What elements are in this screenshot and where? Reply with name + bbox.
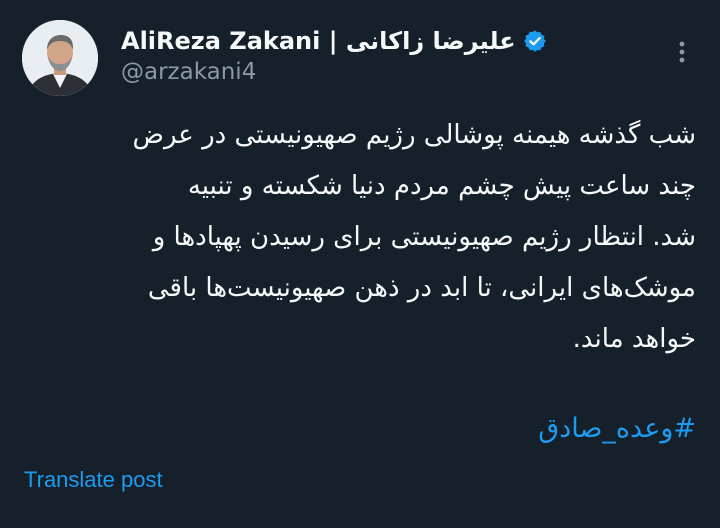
post-text-line: موشک‌های ایرانی، تا ابد در ذهن صهیونیست‌… xyxy=(147,273,696,303)
post-text-line: خواهد ماند. xyxy=(572,324,696,354)
post-text-line: چند ساعت پیش چشم مردم دنیا شکسته و تنبیه xyxy=(187,171,696,201)
author-handle[interactable]: @arzakani4 xyxy=(121,57,256,87)
author-display-name[interactable]: AliReza Zakani | علیرضا زاکانی xyxy=(121,26,516,56)
post-text-line: شب گذشه هیمنه پوشالی رژیم صهیونیستی در ع… xyxy=(132,120,696,150)
translate-post-link[interactable]: Translate post xyxy=(24,465,163,495)
more-options-button[interactable] xyxy=(660,30,704,74)
profile-photo xyxy=(22,20,98,96)
more-vertical-icon xyxy=(679,41,685,63)
verified-badge-icon xyxy=(523,29,547,53)
avatar[interactable] xyxy=(22,20,98,96)
hashtag-link[interactable]: #وعده_صادق xyxy=(524,404,696,454)
post-text: شب گذشه هیمنه پوشالی رژیم صهیونیستی در ع… xyxy=(20,110,696,365)
post-card: AliReza Zakani | علیرضا زاکانی @arzakani… xyxy=(0,0,720,528)
author-name-row: AliReza Zakani | علیرضا زاکانی xyxy=(121,26,547,56)
post-text-line: شد. انتظار رژیم صهیونیستی برای رسیدن پهپ… xyxy=(152,222,696,252)
